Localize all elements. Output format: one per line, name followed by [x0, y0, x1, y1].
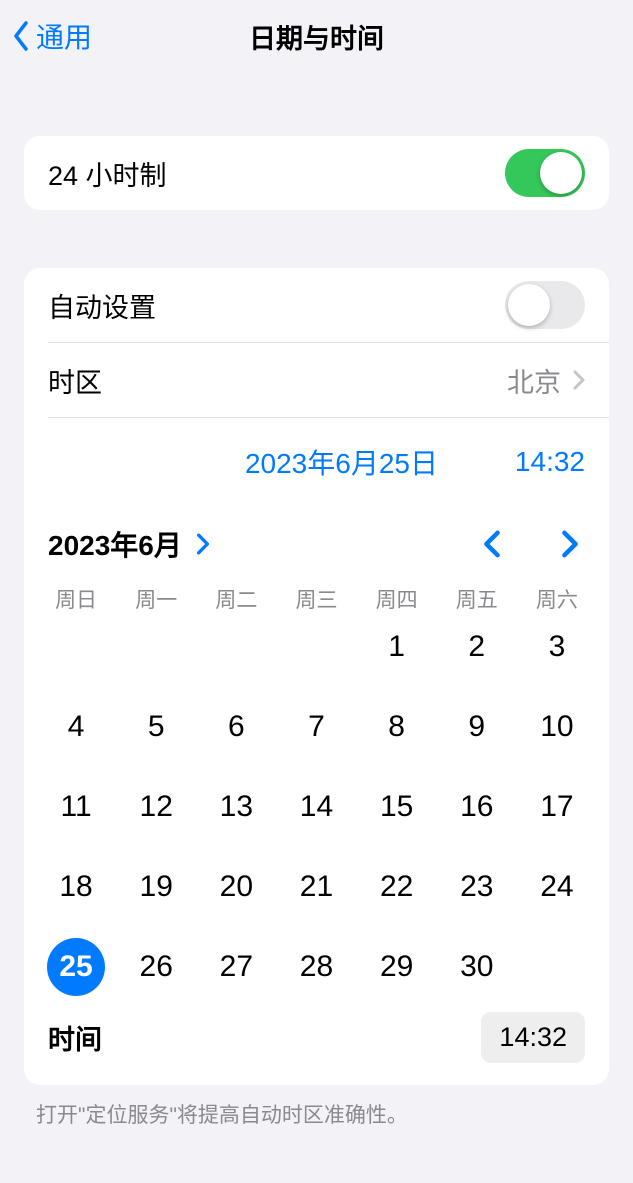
chevron-left-icon [12, 19, 32, 53]
time-picker-button[interactable]: 14:32 [481, 1012, 585, 1063]
calendar-day[interactable]: 7 [276, 698, 356, 756]
calendar-day[interactable]: 18 [36, 858, 116, 916]
month-select-button[interactable]: 2023年6月 [48, 524, 210, 564]
calendar-day[interactable]: 8 [357, 698, 437, 756]
calendar-day[interactable]: 6 [196, 698, 276, 756]
weekday-header: 周二 [196, 584, 276, 614]
calendar-day[interactable]: 15 [357, 778, 437, 836]
calendar-day[interactable]: 4 [36, 698, 116, 756]
calendar-day[interactable]: 3 [517, 618, 597, 676]
toggle-autoset[interactable] [505, 281, 585, 329]
chevron-right-icon [573, 370, 585, 390]
weekday-header: 周六 [517, 584, 597, 614]
calendar-day[interactable]: 10 [517, 698, 597, 756]
calendar-day[interactable]: 1 [357, 618, 437, 676]
calendar-day[interactable]: 17 [517, 778, 597, 836]
calendar-day[interactable]: 24 [517, 858, 597, 916]
calendar-day[interactable]: 26 [116, 938, 196, 996]
calendar-blank [276, 618, 356, 676]
calendar-day[interactable]: 11 [36, 778, 116, 836]
next-month-button[interactable] [555, 529, 585, 559]
current-time-button[interactable]: 14:32 [515, 446, 585, 478]
calendar-day[interactable]: 23 [437, 858, 517, 916]
chevron-right-icon [561, 530, 579, 558]
prev-month-button[interactable] [477, 529, 507, 559]
calendar-day[interactable]: 12 [116, 778, 196, 836]
page-title: 日期与时间 [0, 17, 633, 56]
label-autoset: 自动设置 [48, 286, 156, 325]
toggle-24hour[interactable] [505, 149, 585, 197]
calendar-day[interactable]: 25 [36, 938, 116, 996]
calendar-day[interactable]: 20 [196, 858, 276, 916]
calendar-blank [116, 618, 196, 676]
label-timezone: 时区 [48, 361, 102, 400]
weekday-header: 周三 [276, 584, 356, 614]
calendar-day[interactable]: 21 [276, 858, 356, 916]
calendar-day[interactable]: 27 [196, 938, 276, 996]
footer-note: 打开"定位服务"将提高自动时区准确性。 [36, 1099, 597, 1129]
back-label: 通用 [36, 16, 92, 56]
weekday-header: 周四 [357, 584, 437, 614]
weekday-header: 周一 [116, 584, 196, 614]
calendar-day[interactable]: 19 [116, 858, 196, 916]
calendar-day[interactable]: 29 [357, 938, 437, 996]
calendar-day[interactable]: 14 [276, 778, 356, 836]
calendar-day[interactable]: 9 [437, 698, 517, 756]
weekday-header: 周五 [437, 584, 517, 614]
chevron-left-icon [483, 530, 501, 558]
label-24hour: 24 小时制 [48, 154, 167, 193]
back-button[interactable]: 通用 [0, 16, 92, 56]
calendar-blank [36, 618, 116, 676]
month-label: 2023年6月 [48, 524, 182, 564]
toggle-knob [540, 152, 582, 194]
calendar-day[interactable]: 2 [437, 618, 517, 676]
current-date-button[interactable]: 2023年6月25日 [245, 442, 438, 482]
calendar-blank [196, 618, 276, 676]
calendar-day[interactable]: 28 [276, 938, 356, 996]
calendar-day[interactable]: 13 [196, 778, 276, 836]
row-timezone[interactable]: 时区 北京 [24, 343, 609, 417]
toggle-knob [508, 284, 550, 326]
time-picker-label: 时间 [48, 1018, 102, 1057]
weekday-header: 周日 [36, 584, 116, 614]
calendar-day[interactable]: 22 [357, 858, 437, 916]
chevron-right-icon [196, 533, 210, 555]
calendar-day[interactable]: 30 [437, 938, 517, 996]
calendar-day[interactable]: 5 [116, 698, 196, 756]
calendar-day[interactable]: 16 [437, 778, 517, 836]
value-timezone: 北京 [507, 361, 561, 400]
